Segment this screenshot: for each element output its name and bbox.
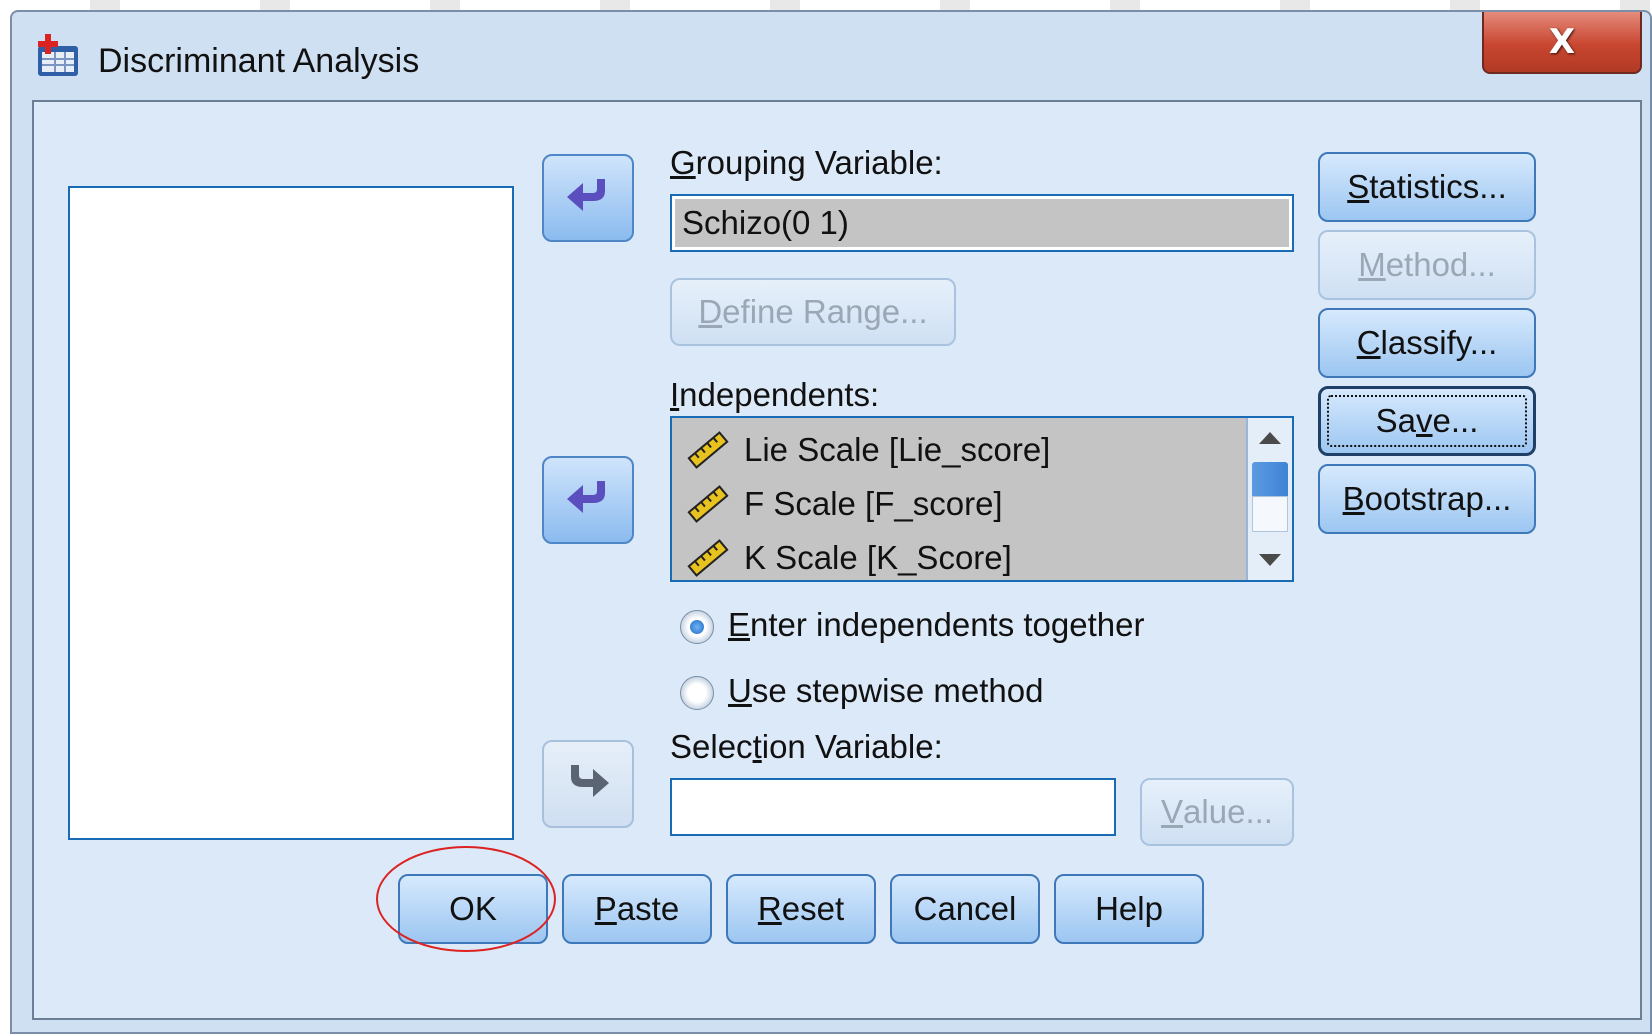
- dialog-body: Grouping Variable: Schizo(0 1) Define Ra…: [32, 100, 1642, 1020]
- scroll-down-button[interactable]: [1248, 542, 1292, 578]
- close-button[interactable]: X: [1482, 12, 1642, 74]
- list-item[interactable]: K Scale [K_Score]: [686, 532, 1012, 580]
- independents-label: Independents:: [670, 376, 880, 413]
- value-button[interactable]: Value...: [1140, 778, 1294, 846]
- scroll-up-icon: [1259, 432, 1281, 444]
- source-variable-list[interactable]: [68, 186, 514, 840]
- independents-scrollbar[interactable]: [1246, 418, 1292, 580]
- move-selection-arrow-button[interactable]: [542, 740, 634, 828]
- enter-together-label[interactable]: Enter independents together: [728, 606, 1145, 644]
- scale-ruler-icon: [687, 485, 729, 523]
- scroll-track[interactable]: [1252, 496, 1288, 532]
- ok-button[interactable]: OK: [398, 874, 548, 944]
- app-icon: [34, 32, 82, 80]
- method-button[interactable]: Method...: [1318, 230, 1536, 300]
- help-button[interactable]: Help: [1054, 874, 1204, 944]
- close-icon: X: [1548, 22, 1576, 62]
- title-bar[interactable]: Discriminant Analysis X: [12, 12, 1650, 102]
- statistics-button[interactable]: Statistics...: [1318, 152, 1536, 222]
- classify-button[interactable]: Classify...: [1318, 308, 1536, 378]
- move-right-arrow-icon: [565, 763, 611, 806]
- scroll-up-button[interactable]: [1248, 420, 1292, 456]
- selection-variable-field[interactable]: [670, 778, 1116, 836]
- stepwise-radio[interactable]: [680, 676, 714, 710]
- save-button[interactable]: Sa v e...: [1318, 386, 1536, 456]
- scale-ruler-icon: [687, 431, 729, 469]
- bootstrap-button[interactable]: Bootstrap...: [1318, 464, 1536, 534]
- list-item[interactable]: Lie Scale [Lie_score]: [686, 424, 1050, 476]
- independents-list[interactable]: Lie Scale [Lie_score] F Scale [F_score]: [670, 416, 1294, 582]
- move-independents-arrow-button[interactable]: [542, 456, 634, 544]
- move-left-arrow-icon: [565, 177, 611, 220]
- grouping-variable-label: Grouping Variable:: [670, 144, 943, 181]
- cancel-button[interactable]: Cancel: [890, 874, 1040, 944]
- grouping-variable-field[interactable]: Schizo(0 1): [670, 194, 1294, 252]
- reset-button[interactable]: Reset: [726, 874, 876, 944]
- selection-variable-label: Selection Variable:: [670, 728, 943, 765]
- enter-together-radio[interactable]: [680, 610, 714, 644]
- scale-ruler-icon: [687, 539, 729, 577]
- move-left-arrow-icon: [565, 479, 611, 522]
- scroll-down-icon: [1259, 554, 1281, 566]
- move-grouping-arrow-button[interactable]: [542, 154, 634, 242]
- grouping-variable-value: Schizo(0 1): [682, 204, 849, 241]
- paste-button[interactable]: Paste: [562, 874, 712, 944]
- stepwise-label[interactable]: Use stepwise method: [728, 672, 1044, 710]
- list-item[interactable]: F Scale [F_score]: [686, 478, 1003, 530]
- window-title: Discriminant Analysis: [98, 42, 420, 80]
- define-range-button[interactable]: Define Range...: [670, 278, 956, 346]
- discriminant-analysis-dialog: Discriminant Analysis X Grouping Variabl…: [10, 10, 1652, 1034]
